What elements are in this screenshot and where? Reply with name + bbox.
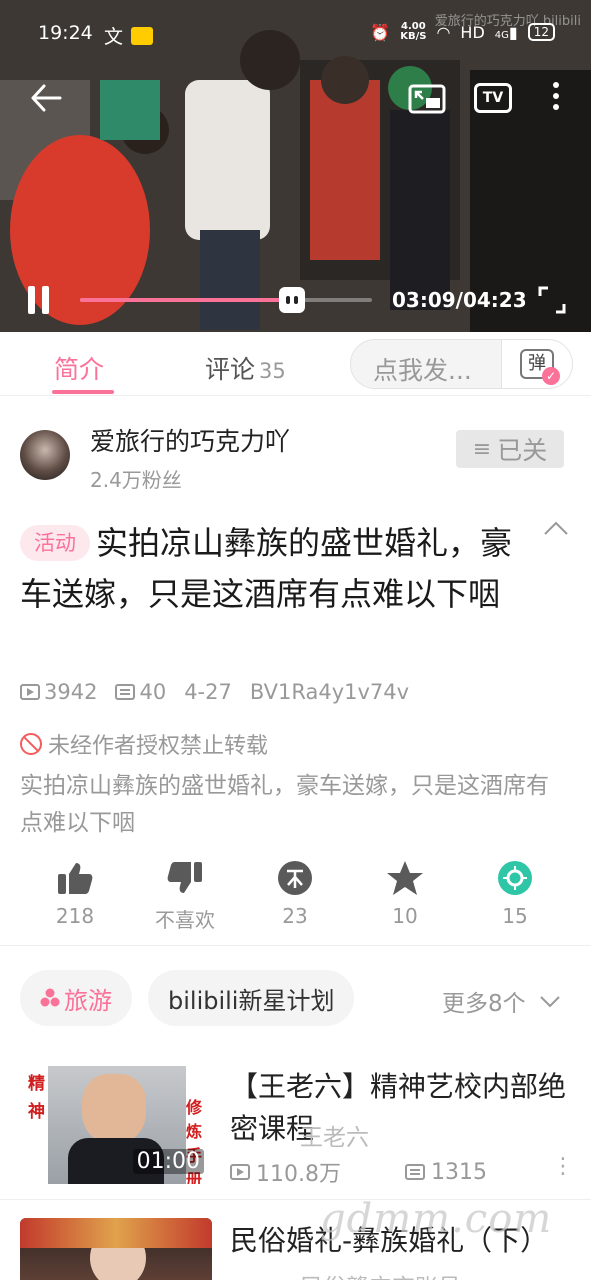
video-stats: 3942 40 4-27 BV1Ra4y1v74v <box>20 680 409 704</box>
uploader-fans: 2.4万粉丝 <box>90 468 182 492</box>
uploader-avatar[interactable] <box>20 430 70 480</box>
pause-icon[interactable] <box>28 286 50 314</box>
rec-more-icon[interactable]: ⋮ <box>552 1154 574 1179</box>
follow-button[interactable]: ≡ 已关 <box>456 430 564 468</box>
rec-uploader: 王老六 <box>300 1125 369 1151</box>
rec-uploader: 民俗赣宁京账号 <box>300 1268 461 1280</box>
like-button[interactable]: 218 <box>20 856 130 928</box>
site-watermark: gdmm.com <box>320 1196 553 1242</box>
collapse-chevron-icon[interactable] <box>543 520 569 536</box>
status-time: 19:24 <box>38 22 93 44</box>
playback-time: 03:09/04:23 <box>392 288 527 312</box>
tab-intro[interactable]: 简介 <box>54 350 104 386</box>
repost-notice: 未经作者授权禁止转载 <box>20 728 268 760</box>
video-title: 实拍凉山彝族的盛世婚礼，豪车送嫁，只是这酒席有点难以下咽 <box>20 524 513 613</box>
rec-thumbnail <box>20 1218 212 1280</box>
rec-thumbnail: 精神 修炼手册 01:00 <box>20 1064 212 1184</box>
tab-indicator <box>52 390 114 394</box>
rec-views: 110.8万 <box>256 1162 341 1187</box>
tab-comments[interactable]: 评论 35 <box>205 350 286 386</box>
danmaku-icon: 弹 ✓ <box>520 349 560 385</box>
tag-new-star-plan[interactable]: bilibili新星计划 <box>148 970 355 1026</box>
net-speed: 4.00 KB/S <box>400 21 427 42</box>
more-tags-button[interactable]: 更多8个 <box>442 984 561 1018</box>
tv-cast-icon[interactable]: TV <box>474 83 512 113</box>
recommendation-item[interactable]: 精神 修炼手册 01:00 【王老六】精神艺校内部绝密课程 王老六 110.8万… <box>0 1060 591 1200</box>
video-title-block: 活动 实拍凉山彝族的盛世婚礼，豪车送嫁，只是这酒席有点难以下咽 <box>20 518 530 620</box>
player-watermark: 爱旅行的巧克力吖 bilibili <box>434 14 581 29</box>
progress-bar[interactable] <box>80 287 372 313</box>
coin-icon <box>278 861 312 895</box>
danmaku-count-icon <box>404 1164 425 1180</box>
progress-handle[interactable] <box>278 287 305 313</box>
bvid: BV1Ra4y1v74v <box>249 680 410 704</box>
coin-button[interactable]: 23 <box>240 856 350 928</box>
share-icon <box>498 861 532 895</box>
thumbs-down-icon <box>167 862 202 893</box>
view-count: 3942 <box>44 680 98 704</box>
picture-in-picture-icon[interactable] <box>408 84 446 114</box>
video-player[interactable]: 19:24 文 ⏰ 4.00 KB/S ◠ HD 4G▮ 12 爱旅行的巧克力吖 … <box>0 0 591 332</box>
status-bar: 19:24 文 ⏰ 4.00 KB/S ◠ HD 4G▮ 12 <box>0 0 591 60</box>
tag-travel[interactable]: 旅游 <box>20 970 132 1026</box>
rec-danmaku: 1315 <box>430 1159 487 1185</box>
share-button[interactable]: 15 <box>460 856 570 928</box>
app-notification-icon <box>131 26 154 45</box>
rec-title: 【王老六】精神艺校内部绝密课程 <box>230 1070 567 1145</box>
action-bar: 218 不喜欢 23 10 15 <box>0 856 591 946</box>
tag-list: 旅游 bilibili新星计划 <box>20 970 355 1026</box>
favorite-button[interactable]: 10 <box>350 856 460 928</box>
publish-date: 4-27 <box>184 680 232 704</box>
alarm-icon: ⏰ <box>370 22 391 42</box>
back-arrow-icon[interactable] <box>30 84 62 112</box>
danmaku-input[interactable]: 点我发... 弹 ✓ <box>350 339 573 389</box>
dislike-button[interactable]: 不喜欢 <box>130 856 240 933</box>
uploader-name[interactable]: 爱旅行的巧克力吖 <box>90 422 290 458</box>
thumbs-up-icon <box>58 863 93 894</box>
video-description: 实拍凉山彝族的盛世婚礼，豪车送嫁，只是这酒席有点难以下咽 <box>20 773 549 836</box>
translate-icon: 文 <box>104 26 124 48</box>
chevron-down-icon <box>540 996 560 1008</box>
more-vertical-icon[interactable] <box>553 82 561 110</box>
progress-fill <box>80 298 292 302</box>
danmaku-toggle-button[interactable]: 弹 ✓ <box>501 339 573 389</box>
views-icon <box>230 1164 250 1180</box>
rec-duration: 01:00 <box>132 1149 204 1174</box>
danmaku-count: 40 <box>139 680 167 704</box>
menu-lines-icon: ≡ <box>472 436 492 462</box>
danmaku-placeholder: 点我发... <box>373 356 472 385</box>
cluster-icon <box>40 988 60 1007</box>
prohibited-icon <box>20 733 42 755</box>
star-icon <box>387 861 423 895</box>
danmaku-count-icon <box>115 684 136 700</box>
event-badge[interactable]: 活动 <box>20 525 90 561</box>
rec-thumb-left-text: 精神 <box>28 1074 45 1122</box>
fullscreen-icon[interactable] <box>538 286 566 314</box>
views-icon <box>20 684 40 700</box>
